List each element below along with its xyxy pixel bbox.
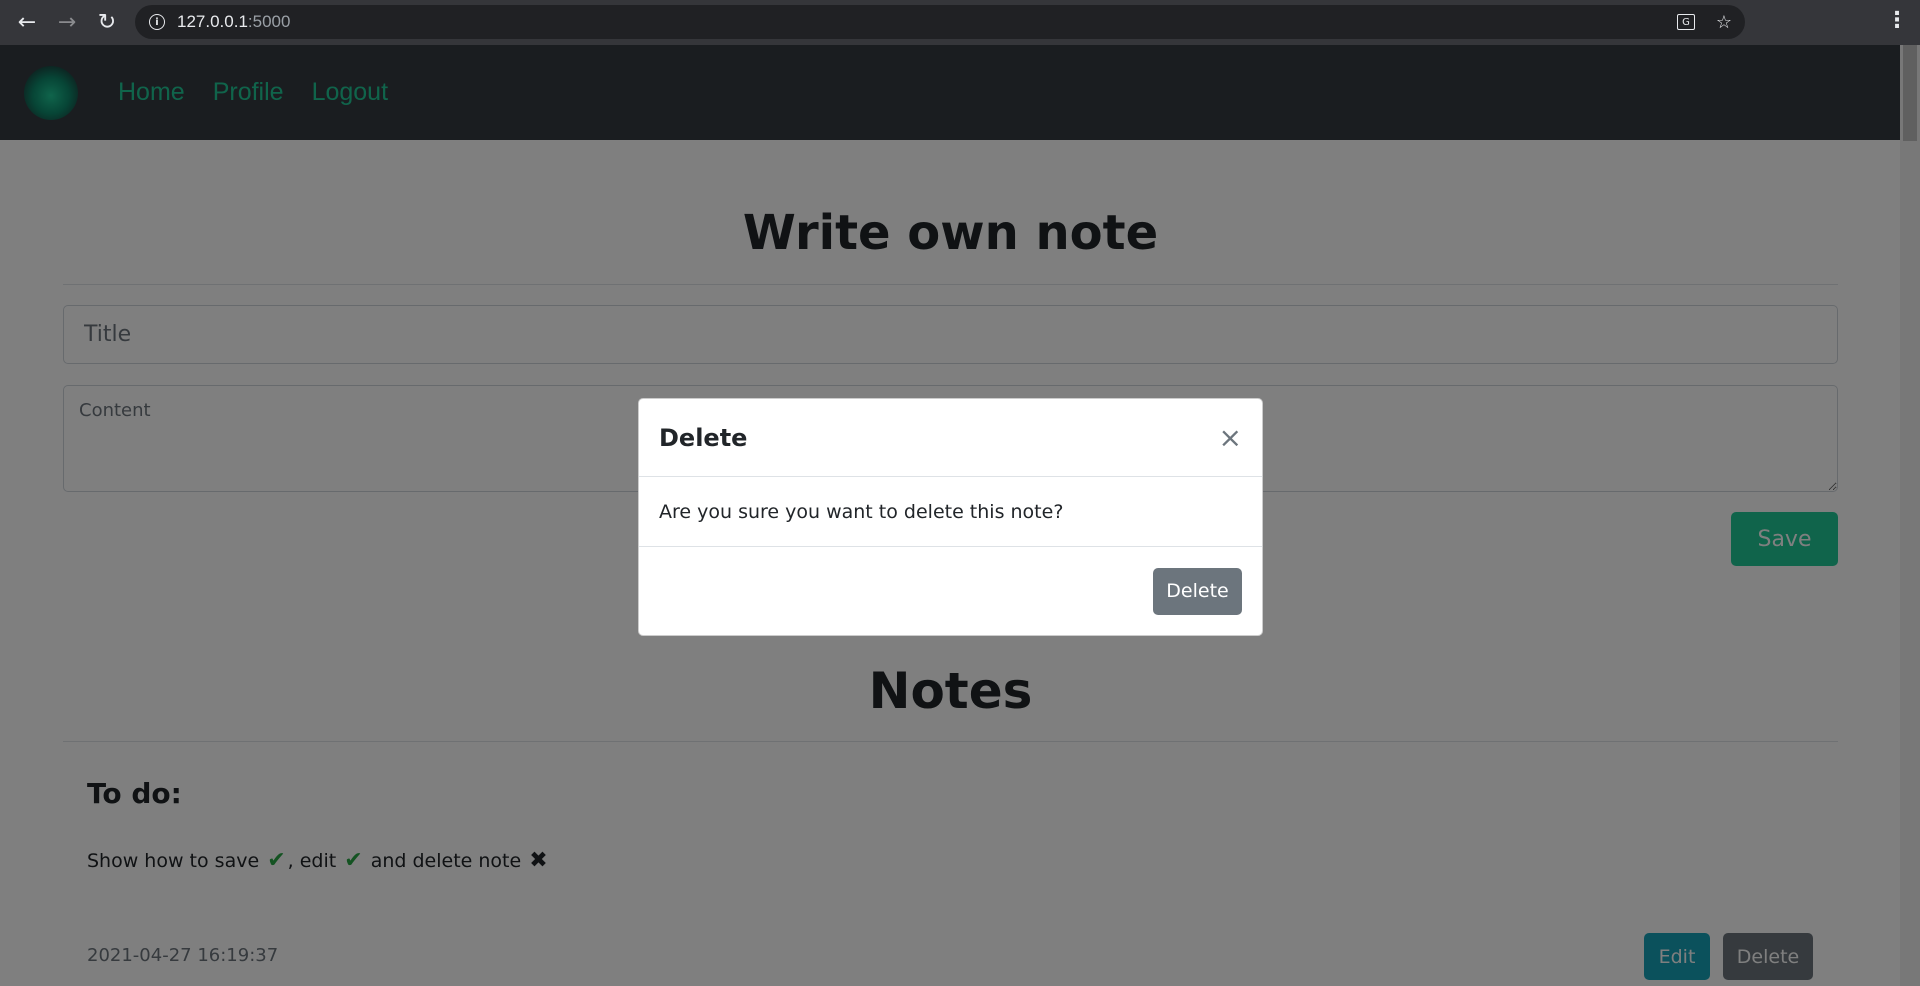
modal-header: Delete ×: [639, 399, 1262, 477]
bookmark-star-icon[interactable]: ☆: [1713, 12, 1735, 33]
back-icon[interactable]: ←: [7, 3, 47, 43]
delete-confirm-modal: Delete × Are you sure you want to delete…: [638, 398, 1263, 636]
modal-body: Are you sure you want to delete this not…: [639, 477, 1262, 547]
url-text[interactable]: 127.0.0.1:5000: [177, 12, 290, 32]
confirm-delete-button[interactable]: Delete: [1153, 567, 1242, 615]
site-info-icon[interactable]: i: [149, 14, 165, 30]
url-host: 127.0.0.1: [177, 12, 248, 31]
modal-footer: Delete: [639, 547, 1262, 635]
browser-toolbar: ← → ↻ i 127.0.0.1:5000 G ☆ ⋮: [0, 0, 1920, 45]
forward-icon[interactable]: →: [47, 3, 87, 43]
close-icon[interactable]: ×: [1219, 423, 1242, 452]
modal-title: Delete: [659, 423, 748, 452]
reload-icon[interactable]: ↻: [87, 3, 127, 43]
address-bar[interactable]: i 127.0.0.1:5000 G ☆: [135, 5, 1745, 39]
browser-menu-icon[interactable]: ⋮: [1886, 8, 1908, 33]
translate-icon[interactable]: G: [1677, 14, 1695, 30]
url-port: :5000: [247, 12, 291, 31]
omnibox-actions: G ☆: [1677, 5, 1735, 39]
